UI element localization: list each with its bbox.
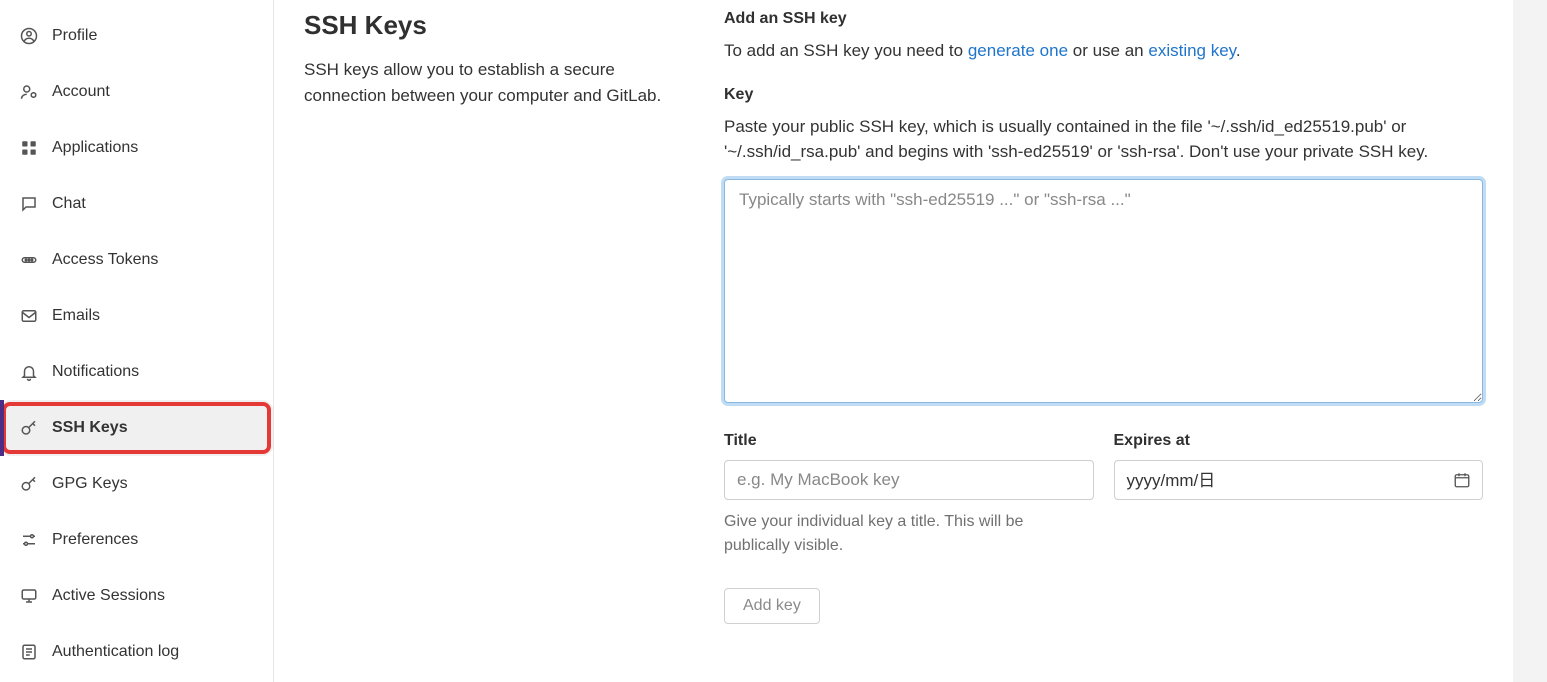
user-gear-icon	[20, 83, 38, 101]
sidebar-item-authentication-log[interactable]: Authentication log	[0, 624, 273, 680]
sidebar-item-label: SSH Keys	[52, 419, 128, 437]
sidebar-item-account[interactable]: Account	[0, 64, 273, 120]
sidebar-item-preferences[interactable]: Preferences	[0, 512, 273, 568]
mail-icon	[20, 307, 38, 325]
key-label: Key	[724, 86, 1483, 104]
right-gutter	[1513, 0, 1547, 682]
existing-key-link[interactable]: existing key	[1148, 41, 1236, 60]
key-icon	[20, 419, 38, 437]
sidebar-item-label: Account	[52, 83, 110, 101]
sidebar-item-label: Applications	[52, 139, 138, 157]
monitor-icon	[20, 587, 38, 605]
page-intro: SSH Keys SSH keys allow you to establish…	[304, 10, 684, 682]
user-circle-icon	[20, 27, 38, 45]
sidebar-item-label: Emails	[52, 307, 100, 325]
sidebar-item-profile[interactable]: Profile	[0, 8, 273, 64]
list-icon	[20, 643, 38, 661]
sidebar-item-gpg-keys[interactable]: GPG Keys	[0, 456, 273, 512]
ssh-key-textarea[interactable]	[724, 179, 1483, 403]
token-icon	[20, 251, 38, 269]
sidebar-item-emails[interactable]: Emails	[0, 288, 273, 344]
sidebar-item-label: Authentication log	[52, 643, 179, 661]
apps-grid-icon	[20, 139, 38, 157]
sidebar: Profile Account Applications Chat Access…	[0, 0, 274, 682]
sidebar-item-label: Preferences	[52, 531, 138, 549]
main-content: SSH Keys SSH keys allow you to establish…	[274, 0, 1513, 682]
key-icon	[20, 475, 38, 493]
sidebar-item-label: Access Tokens	[52, 251, 158, 269]
sidebar-item-chat[interactable]: Chat	[0, 176, 273, 232]
sidebar-item-label: Profile	[52, 27, 97, 45]
page-description: SSH keys allow you to establish a secure…	[304, 57, 684, 110]
add-key-button[interactable]: Add key	[724, 588, 820, 624]
page-title: SSH Keys	[304, 10, 684, 41]
expires-input[interactable]: yyyy/mm/日	[1114, 460, 1484, 500]
sidebar-item-label: Active Sessions	[52, 587, 165, 605]
chat-icon	[20, 195, 38, 213]
key-help-text: Paste your public SSH key, which is usua…	[724, 114, 1483, 165]
sidebar-item-ssh-keys[interactable]: SSH Keys	[0, 400, 273, 456]
sidebar-item-applications[interactable]: Applications	[0, 120, 273, 176]
sidebar-item-notifications[interactable]: Notifications	[0, 344, 273, 400]
sidebar-item-label: Notifications	[52, 363, 139, 381]
generate-key-link[interactable]: generate one	[968, 41, 1068, 60]
sidebar-item-label: GPG Keys	[52, 475, 128, 493]
sidebar-item-access-tokens[interactable]: Access Tokens	[0, 232, 273, 288]
bell-icon	[20, 363, 38, 381]
title-help-text: Give your individual key a title. This w…	[724, 510, 1094, 558]
title-label: Title	[724, 432, 1094, 450]
sidebar-item-label: Chat	[52, 195, 86, 213]
add-ssh-key-intro: To add an SSH key you need to generate o…	[724, 38, 1483, 64]
sidebar-item-active-sessions[interactable]: Active Sessions	[0, 568, 273, 624]
sliders-icon	[20, 531, 38, 549]
expires-label: Expires at	[1114, 432, 1484, 450]
ssh-key-form: Add an SSH key To add an SSH key you nee…	[724, 10, 1483, 682]
title-input[interactable]	[724, 460, 1094, 500]
add-ssh-key-heading: Add an SSH key	[724, 10, 1483, 28]
